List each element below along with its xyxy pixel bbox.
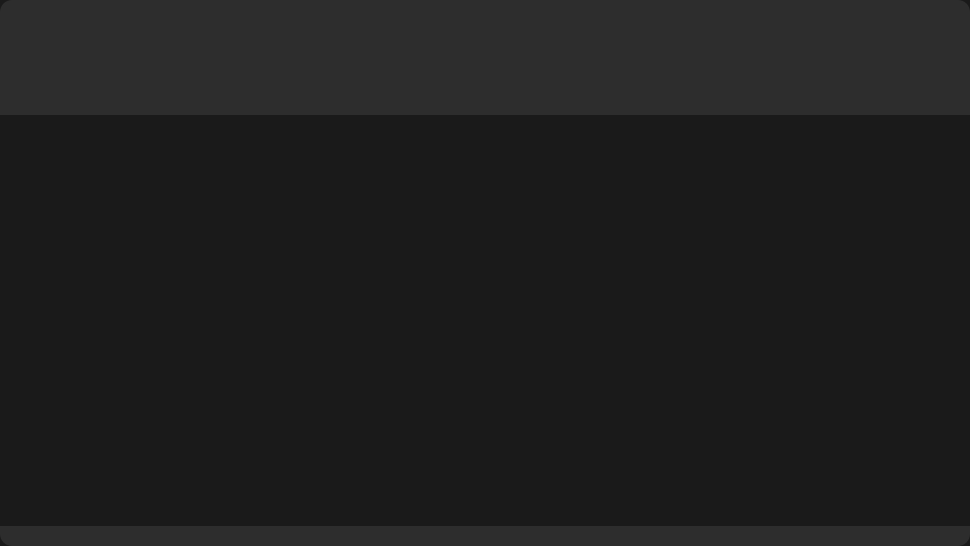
device-frame: 📄 ↩ · Inbox - KatieJ@afdemo.onmicrosoft.… [0,0,970,546]
